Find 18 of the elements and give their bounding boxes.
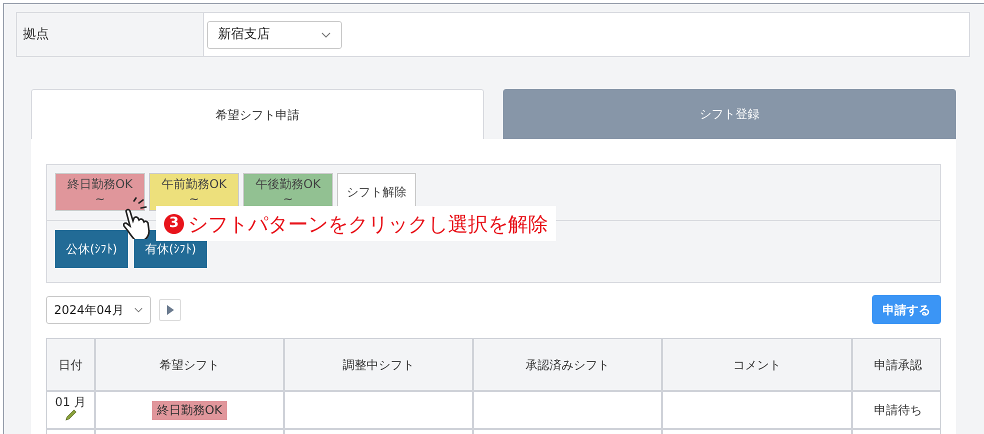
date-cell: 01 月 [54,395,86,409]
status-cell-text: 申請待ち [874,402,922,419]
step-number: 3 [164,214,184,234]
tab[interactable]: シフト登録 [503,89,956,139]
column-header: 日付 [58,356,84,374]
chevron-down-icon [134,306,143,312]
location-label: 拠点 [17,13,204,56]
play-icon [166,304,174,314]
submit-button[interactable]: 申請する [872,295,941,324]
chevron-down-icon [321,32,331,38]
holiday-button[interactable]: 公休(ｼﾌﾄ) [55,230,128,268]
month-select[interactable]: 2024年04月 [46,296,151,324]
pencil-icon[interactable] [64,409,76,421]
location-select[interactable]: 新宿支店 [207,20,342,48]
tab[interactable]: 希望シフト申請 [31,89,484,139]
next-month-button[interactable] [159,298,181,320]
wish-shift-tag: 終日勤務OK [152,400,228,420]
shift-pattern-button[interactable]: 終日勤務OK ~ [55,173,145,211]
